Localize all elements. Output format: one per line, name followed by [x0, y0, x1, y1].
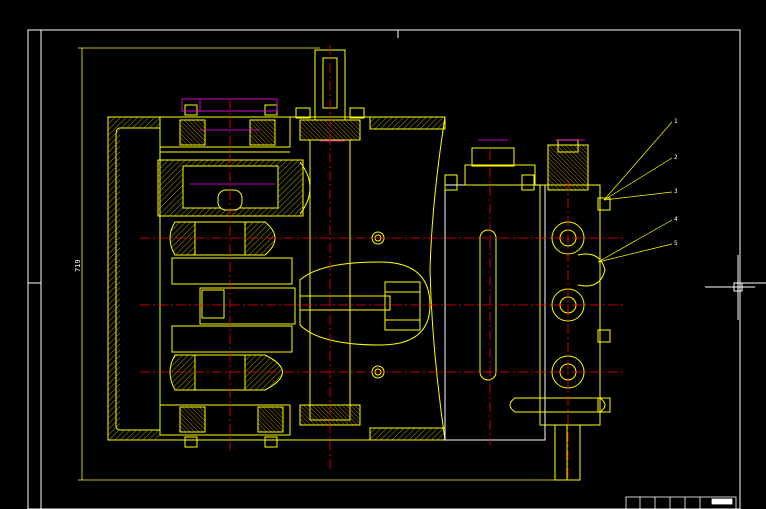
gear [157, 159, 311, 217]
crank-section [169, 221, 296, 391]
leader-lines [597, 121, 673, 263]
bottom-bearing [159, 404, 291, 448]
valve-block [509, 139, 611, 481]
connecting-rod [201, 261, 431, 346]
top-bearing [159, 104, 291, 153]
balloon-label-1: 1 [674, 118, 678, 125]
center-mark [705, 255, 755, 320]
balloon-label-3: 3 [674, 188, 678, 195]
cad-drawing [27, 29, 766, 509]
balloon-label-2: 2 [674, 154, 678, 161]
balloon-label-4: 4 [674, 216, 678, 223]
overall-dimension-label: 719 [74, 259, 82, 272]
balloon-label-5: 5 [674, 240, 678, 247]
title-block [625, 496, 737, 509]
pump-block [444, 147, 546, 441]
